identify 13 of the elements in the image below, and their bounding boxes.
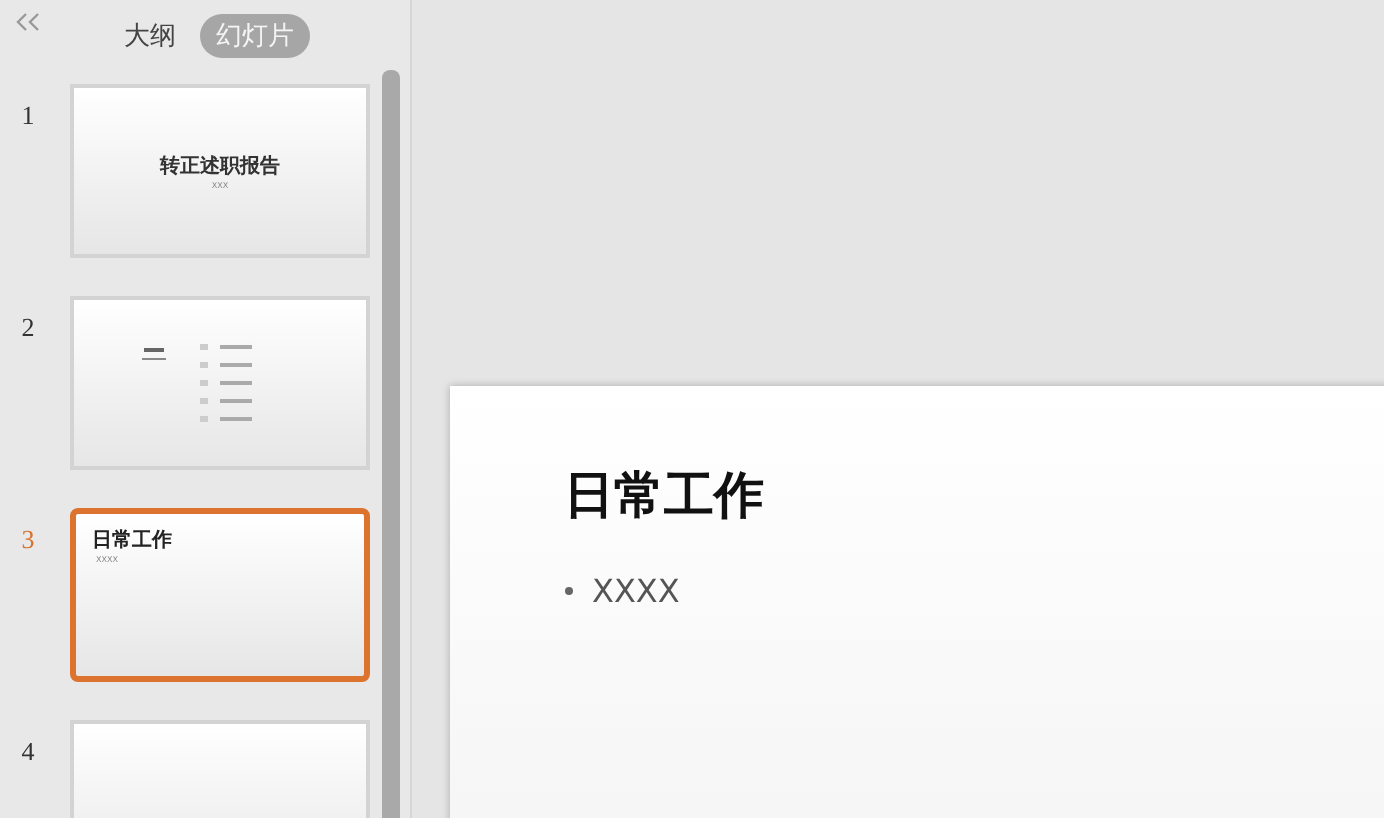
slide-number: 2 (19, 310, 37, 344)
slide-number: 3 (19, 522, 37, 556)
slide-number: 1 (19, 98, 37, 132)
thumbnail-title: 日常工作 (92, 527, 172, 554)
slide-title: 日常工作 (564, 464, 766, 528)
thumbnail-title: 转正述职报告 (160, 153, 280, 180)
view-tab[interactable]: 大纲 (108, 13, 192, 57)
bullet-text: XXXX (592, 572, 680, 610)
bullet-icon (564, 586, 574, 596)
collapse-icon[interactable] (16, 11, 40, 31)
slide-number: 4 (19, 734, 37, 768)
slide-thumbnail[interactable] (70, 296, 370, 470)
scrollbar[interactable] (382, 70, 400, 818)
